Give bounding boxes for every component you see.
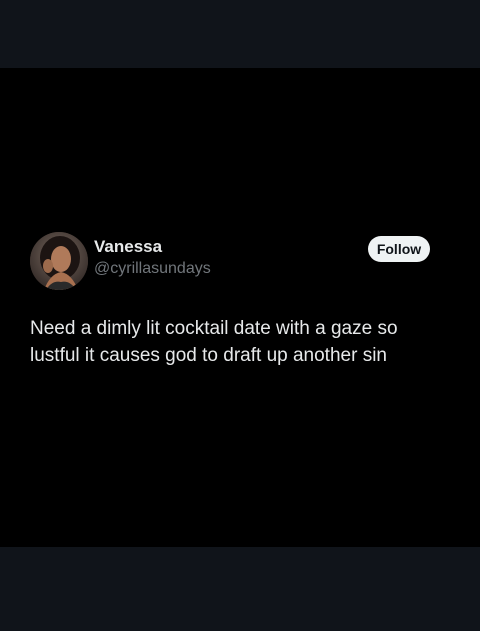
avatar-photo-icon (30, 232, 88, 290)
user-info: Vanessa @cyrillasundays (94, 236, 211, 280)
avatar[interactable] (30, 232, 88, 290)
letterbox-top (0, 0, 480, 68)
display-name[interactable]: Vanessa (94, 236, 211, 258)
follow-button[interactable]: Follow (368, 236, 430, 262)
tweet-text: Need a dimly lit cocktail date with a ga… (30, 318, 398, 366)
user-handle[interactable]: @cyrillasundays (94, 258, 211, 280)
video-frame: Vanessa @cyrillasundays Follow Need a di… (0, 0, 480, 631)
tweet-header: Vanessa @cyrillasundays Follow (30, 232, 432, 292)
tweet-card: Vanessa @cyrillasundays Follow Need a di… (0, 68, 480, 547)
letterbox-bottom (0, 547, 480, 631)
